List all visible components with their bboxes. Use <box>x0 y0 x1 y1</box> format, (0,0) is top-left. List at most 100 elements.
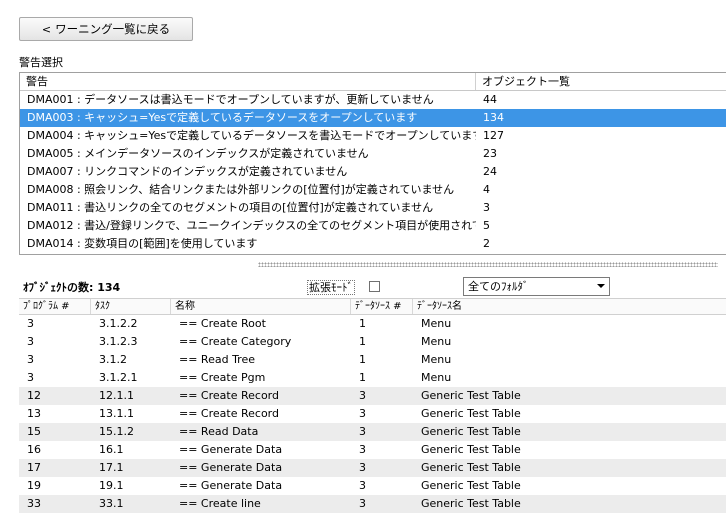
name-cell: == Create Record <box>179 407 279 420</box>
object-row[interactable]: 19 19.1 == Generate Data 3 Generic Test Tabl… <box>19 477 726 495</box>
task-cell: 3.1.2.2 <box>99 317 138 330</box>
object-row[interactable]: 13 13.1.1 == Create Record 3 Generic Test Ta… <box>19 405 726 423</box>
name-cell: == Read Tree <box>179 353 255 366</box>
splitter-handle[interactable] <box>258 262 718 267</box>
back-button-label: ワーニング一覧に戻る <box>55 22 171 36</box>
datasource-no-cell: 3 <box>359 425 366 438</box>
warning-list: 警告 オブジェクト一覧 DMA001 : データソースは書込モードでオープンして… <box>19 72 726 255</box>
object-row[interactable]: 3 3.1.2 == Read Tree 1 Menu <box>19 351 726 369</box>
task-cell: 16.1 <box>99 443 124 456</box>
warning-object-count: 2 <box>483 237 490 250</box>
program-no-cell: 16 <box>27 443 41 456</box>
name-cell: == Create Category <box>179 335 292 348</box>
name-cell: == Create Pgm <box>179 371 266 384</box>
name-cell: == Generate Data <box>179 443 283 456</box>
task-cell: 3.1.2.3 <box>99 335 138 348</box>
warning-row[interactable]: DMA003 : キャッシュ=Yesで定義しているデータソースをオープンしていま… <box>20 109 726 127</box>
datasource-no-cell: 3 <box>359 461 366 474</box>
warning-text: DMA003 : キャッシュ=Yesで定義しているデータソースをオープンしていま… <box>27 111 418 124</box>
object-row[interactable]: 3 3.1.2.2 == Create Root 1 Menu <box>19 315 726 333</box>
warning-text: DMA004 : キャッシュ=Yesで定義しているデータソースを書込モードでオー… <box>27 129 476 142</box>
column-header-task[interactable]: ﾀｽｸ <box>91 299 171 314</box>
task-cell: 19.1 <box>99 479 124 492</box>
column-header-object-list[interactable]: オブジェクト一覧 <box>476 73 570 90</box>
name-cell: == Generate Data <box>179 479 283 492</box>
datasource-name-cell: Menu <box>421 371 452 384</box>
object-row[interactable]: 3 3.1.2.1 == Create Pgm 1 Menu <box>19 369 726 387</box>
program-no-cell: 12 <box>27 389 41 402</box>
column-header-program[interactable]: ﾌﾟﾛｸﾞﾗﾑ # <box>19 299 91 314</box>
warning-row[interactable]: DMA014 : 変数項目の[範囲]を使用しています 2 <box>20 235 726 253</box>
warning-row[interactable]: DMA001 : データソースは書込モードでオープンしていますが、更新していませ… <box>20 91 726 109</box>
warning-text: DMA011 : 書込リンクの全てのセグメントの項目の[位置付]が定義されていま… <box>27 201 434 214</box>
task-cell: 15.1.2 <box>99 425 134 438</box>
warning-row[interactable]: DMA011 : 書込リンクの全てのセグメントの項目の[位置付]が定義されていま… <box>20 199 726 217</box>
datasource-name-cell: Generic Test Table <box>421 479 521 492</box>
warning-section-label: 警告選択 <box>19 56 63 69</box>
object-row[interactable]: 12 12.1.1 == Create Record 3 Generic Test Ta… <box>19 387 726 405</box>
datasource-name-cell: Generic Test Table <box>421 443 521 456</box>
datasource-name-cell: Generic Test Table <box>421 461 521 474</box>
program-no-cell: 15 <box>27 425 41 438</box>
warning-text: DMA001 : データソースは書込モードでオープンしていますが、更新していませ… <box>27 93 434 106</box>
program-no-cell: 3 <box>27 353 34 366</box>
name-cell: == Generate Data <box>179 461 283 474</box>
warning-row[interactable]: DMA004 : キャッシュ=Yesで定義しているデータソースを書込モードでオー… <box>20 127 726 145</box>
datasource-no-cell: 1 <box>359 317 366 330</box>
datasource-no-cell: 3 <box>359 407 366 420</box>
object-table: ﾌﾟﾛｸﾞﾗﾑ # ﾀｽｸ 名称 ﾃﾞｰﾀｿｰｽ # ﾃﾞｰﾀｿｰｽ名 3 3.1… <box>19 298 726 513</box>
name-cell: == Create Root <box>179 317 266 330</box>
task-cell: 3.1.2.1 <box>99 371 138 384</box>
datasource-name-cell: Menu <box>421 353 452 366</box>
program-no-cell: 33 <box>27 497 41 510</box>
warning-list-header: 警告 オブジェクト一覧 <box>20 73 726 91</box>
datasource-no-cell: 1 <box>359 353 366 366</box>
name-cell: == Create Record <box>179 389 279 402</box>
object-row[interactable]: 3 3.1.2.3 == Create Category 1 Menu <box>19 333 726 351</box>
object-row[interactable]: 33 33.1 == Create line 3 Generic Test Table <box>19 495 726 513</box>
warning-row[interactable]: DMA005 : メインデータソースのインデックスが定義されていません 23 <box>20 145 726 163</box>
object-row[interactable]: 15 15.1.2 == Read Data 3 Generic Test Table <box>19 423 726 441</box>
chevron-left-icon: < <box>41 22 52 36</box>
warning-object-count: 24 <box>483 165 497 178</box>
warning-text: DMA007 : リンクコマンドのインデックスが定義されていません <box>27 165 348 178</box>
warning-object-count: 5 <box>483 219 490 232</box>
object-row[interactable]: 17 17.1 == Generate Data 3 Generic Test Tabl… <box>19 459 726 477</box>
folder-select[interactable]: 全てのﾌｫﾙﾀﾞ <box>463 277 610 296</box>
column-header-datasource-name[interactable]: ﾃﾞｰﾀｿｰｽ名 <box>413 299 726 314</box>
column-header-warning[interactable]: 警告 <box>20 73 476 90</box>
name-cell: == Read Data <box>179 425 259 438</box>
extended-mode-label: 拡張ﾓｰﾄﾞ <box>307 280 355 295</box>
warning-object-count: 127 <box>483 129 504 142</box>
extended-mode-checkbox[interactable] <box>369 281 380 292</box>
task-cell: 12.1.1 <box>99 389 134 402</box>
column-header-name[interactable]: 名称 <box>171 299 351 314</box>
datasource-no-cell: 3 <box>359 479 366 492</box>
warning-row[interactable]: DMA008 : 照会リンク、結合リンクまたは外部リンクの[位置付]が定義されて… <box>20 181 726 199</box>
task-cell: 3.1.2 <box>99 353 127 366</box>
object-table-header: ﾌﾟﾛｸﾞﾗﾑ # ﾀｽｸ 名称 ﾃﾞｰﾀｿｰｽ # ﾃﾞｰﾀｿｰｽ名 <box>19 298 726 315</box>
program-no-cell: 3 <box>27 335 34 348</box>
object-count-label: ｵﾌﾞｼﾞｪｸﾄの数: 134 <box>23 281 121 294</box>
column-header-datasource-no[interactable]: ﾃﾞｰﾀｿｰｽ # <box>351 299 413 314</box>
warning-row[interactable]: DMA007 : リンクコマンドのインデックスが定義されていません 24 <box>20 163 726 181</box>
program-no-cell: 19 <box>27 479 41 492</box>
program-no-cell: 3 <box>27 317 34 330</box>
name-cell: == Create line <box>179 497 261 510</box>
task-cell: 13.1.1 <box>99 407 134 420</box>
datasource-no-cell: 3 <box>359 443 366 456</box>
task-cell: 33.1 <box>99 497 124 510</box>
datasource-name-cell: Generic Test Table <box>421 389 521 402</box>
datasource-name-cell: Generic Test Table <box>421 407 521 420</box>
object-row[interactable]: 16 16.1 == Generate Data 3 Generic Test Tabl… <box>19 441 726 459</box>
back-to-warning-list-button[interactable]: < ワーニング一覧に戻る <box>19 17 193 41</box>
datasource-no-cell: 1 <box>359 335 366 348</box>
warning-object-count: 23 <box>483 147 497 160</box>
dropdown-arrow-icon <box>597 284 605 288</box>
program-no-cell: 3 <box>27 371 34 384</box>
datasource-no-cell: 1 <box>359 371 366 384</box>
datasource-name-cell: Menu <box>421 317 452 330</box>
warning-row[interactable]: DMA012 : 書込/登録リンクで、ユニークインデックスの全てのセグメント項目… <box>20 217 726 235</box>
warning-object-count: 4 <box>483 183 490 196</box>
datasource-no-cell: 3 <box>359 389 366 402</box>
